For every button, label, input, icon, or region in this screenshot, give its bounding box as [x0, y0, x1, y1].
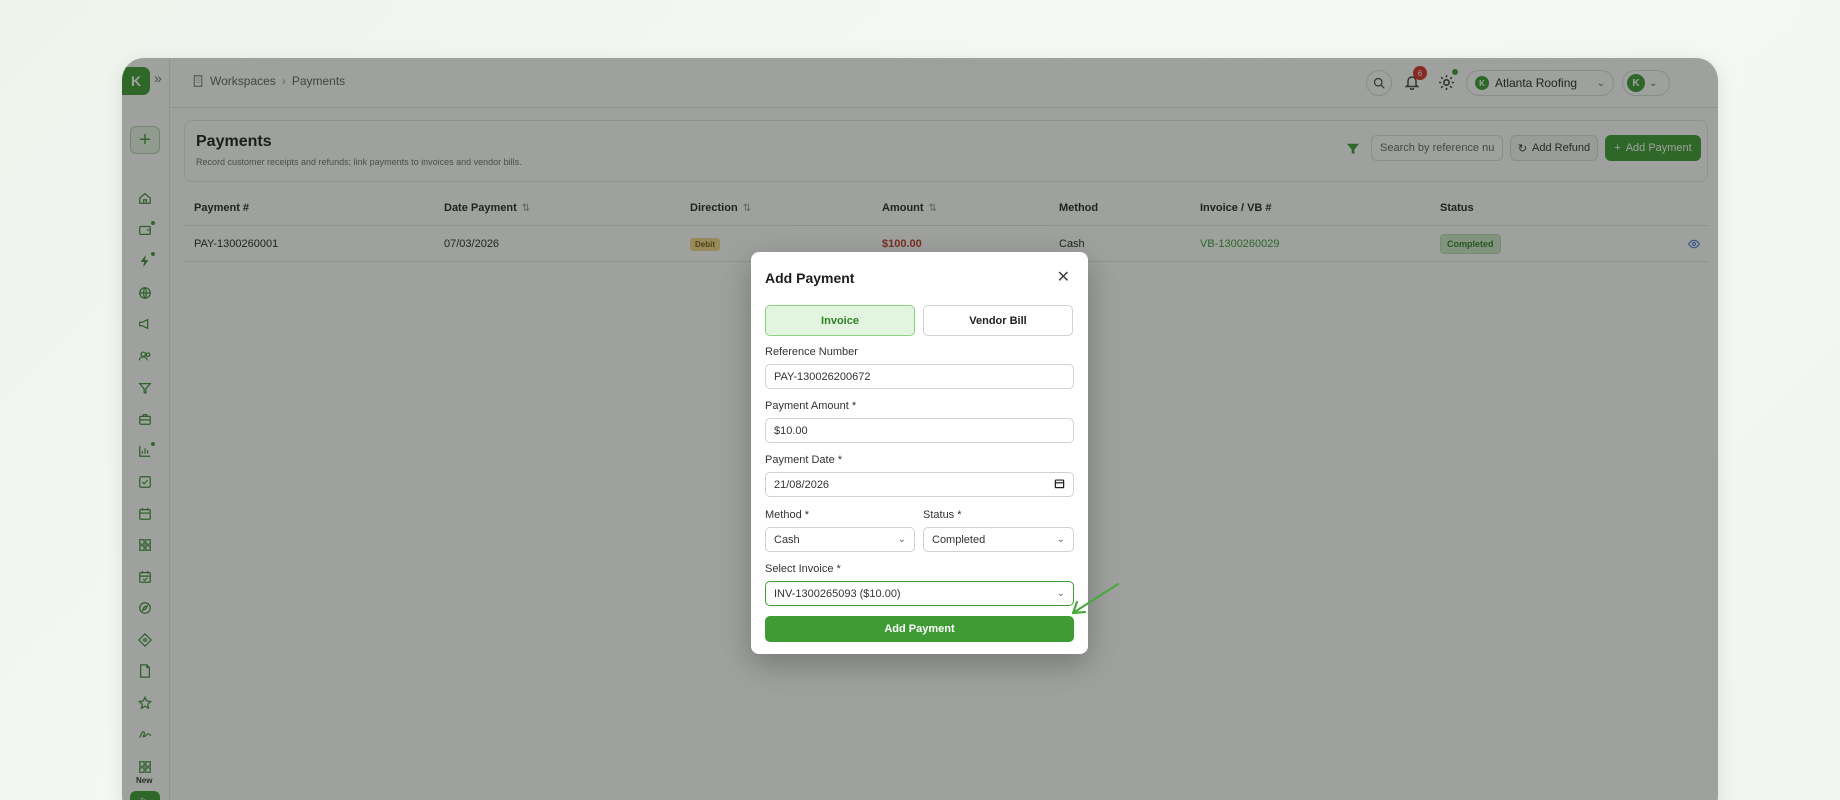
- add-payment-modal: Add Payment ✕ Invoice Vendor Bill Refere…: [751, 252, 1088, 654]
- tab-vendor-bill[interactable]: Vendor Bill: [923, 305, 1073, 336]
- invoice-label: Select Invoice *: [765, 563, 841, 575]
- status-label: Status *: [923, 509, 962, 521]
- submit-payment-button[interactable]: Add Payment: [765, 616, 1074, 642]
- reference-value: PAY-130026200672: [774, 370, 871, 383]
- amount-label: Payment Amount *: [765, 400, 857, 412]
- chevron-down-icon: ⌄: [1056, 588, 1065, 599]
- chevron-down-icon: ⌄: [1056, 534, 1065, 545]
- modal-title: Add Payment: [765, 270, 855, 286]
- reference-field[interactable]: PAY-130026200672: [765, 364, 1074, 389]
- status-select[interactable]: Completed ⌄: [923, 527, 1074, 552]
- reference-label: Reference Number: [765, 346, 858, 358]
- amount-value: $10.00: [774, 424, 808, 437]
- chevron-down-icon: ⌄: [897, 534, 906, 545]
- method-select[interactable]: Cash ⌄: [765, 527, 915, 552]
- close-icon[interactable]: ✕: [1057, 270, 1070, 286]
- invoice-value: INV-1300265093 ($10.00): [774, 587, 901, 600]
- invoice-select[interactable]: INV-1300265093 ($10.00) ⌄: [765, 581, 1074, 606]
- method-value: Cash: [774, 533, 800, 546]
- method-label: Method *: [765, 509, 810, 521]
- status-value: Completed: [932, 533, 986, 546]
- date-value: 21/08/2026: [774, 478, 830, 491]
- amount-field[interactable]: $10.00: [765, 418, 1074, 443]
- date-label: Payment Date *: [765, 454, 843, 466]
- tab-invoice[interactable]: Invoice: [765, 305, 915, 336]
- calendar-icon[interactable]: [1054, 478, 1065, 492]
- date-field[interactable]: 21/08/2026: [765, 472, 1074, 497]
- pointer-arrow-icon: [1071, 582, 1120, 615]
